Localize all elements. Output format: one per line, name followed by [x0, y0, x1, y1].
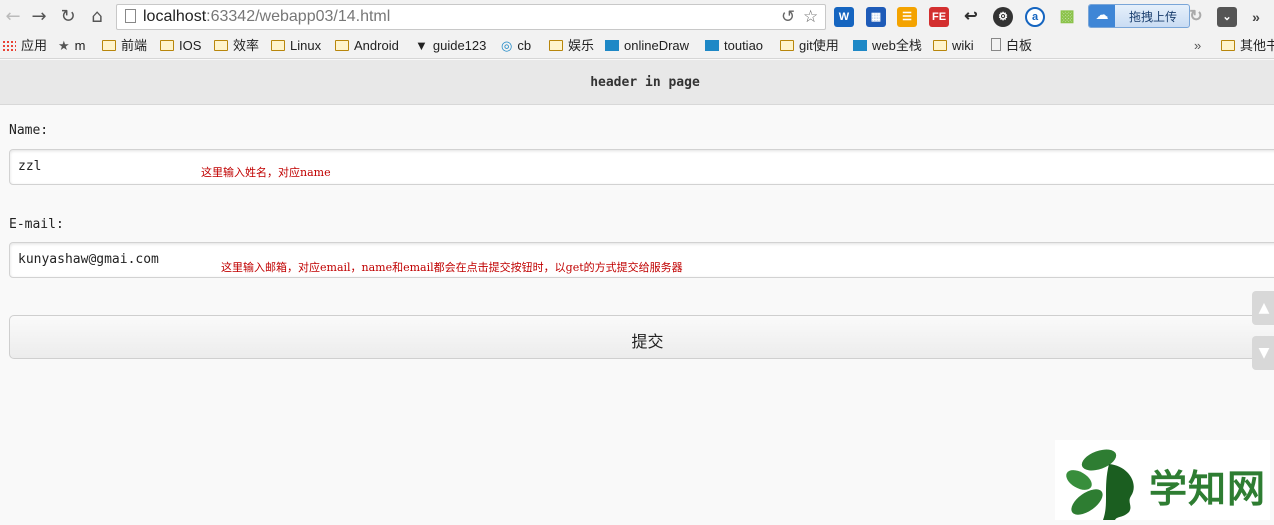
email-input-value: kunyashaw@gmai.com: [18, 252, 159, 267]
folder-icon: [160, 40, 174, 51]
bookmark-m[interactable]: ★ m: [58, 37, 86, 55]
fe-extension-icon[interactable]: FE: [929, 7, 949, 27]
name-label: Name:: [9, 123, 49, 138]
folder-icon: [214, 40, 228, 51]
sync-icon[interactable]: ↻: [1186, 7, 1206, 27]
app-icon: [705, 40, 719, 51]
bookmarks-overflow-icon[interactable]: »: [1194, 37, 1201, 55]
bookmarks-bar: 应用 ★ m 前端 IOS 效率 Linux Android ▼ guide123 …: [0, 34, 1274, 59]
name-input[interactable]: zzl: [9, 149, 1274, 185]
page-header: header in page: [0, 60, 1274, 105]
bookmark-whiteboard[interactable]: 白板: [991, 37, 1032, 55]
globe-icon: ◎: [501, 38, 513, 53]
wrench-extension-icon[interactable]: ↩: [961, 7, 981, 27]
gear-extension-icon[interactable]: ⚙: [993, 7, 1013, 27]
bookmark-folder[interactable]: 前端: [102, 37, 147, 55]
cloud-icon: ☁: [1089, 5, 1115, 27]
bookmark-guide123[interactable]: ▼ guide123: [415, 37, 486, 55]
bookmark-folder[interactable]: IOS: [160, 37, 201, 55]
email-label: E-mail:: [9, 217, 64, 232]
page-icon: [991, 38, 1001, 51]
bookmark-onlinedraw[interactable]: onlineDraw: [605, 37, 689, 55]
bookmark-apps[interactable]: 应用: [2, 37, 47, 55]
submit-button[interactable]: 提交: [9, 315, 1274, 359]
folder-icon: [335, 40, 349, 51]
page-header-title: header in page: [590, 75, 700, 90]
toolbar-overflow-icon[interactable]: »: [1246, 7, 1266, 27]
scroll-top-icon[interactable]: ▲: [1252, 291, 1274, 325]
bookmark-web[interactable]: web全栈: [853, 37, 922, 55]
address-bar[interactable]: localhost:63342/webapp03/14.html ↺ ☆: [116, 4, 826, 30]
bookmark-toutiao[interactable]: toutiao: [705, 37, 763, 55]
bookmark-folder[interactable]: git使用: [780, 37, 839, 55]
shield-icon: ▼: [415, 38, 428, 53]
folder-icon: [271, 40, 285, 51]
star-icon: ★: [58, 38, 70, 53]
watermark: 学知网: [1055, 440, 1270, 520]
watermark-text: 学知网: [1149, 467, 1267, 511]
reload-icon[interactable]: ↻: [57, 6, 79, 28]
upload-label: 拖拽上传: [1129, 10, 1178, 24]
folder-icon: [1221, 40, 1235, 51]
bookmark-folder[interactable]: wiki: [933, 37, 974, 55]
folder-icon: [102, 40, 116, 51]
browser-toolbar: ← → ↻ ⌂ localhost:63342/webapp03/14.html…: [0, 0, 1274, 34]
upload-button[interactable]: ☁ 拖拽上传: [1088, 4, 1190, 28]
app-icon: [605, 40, 619, 51]
bookmark-folder[interactable]: Linux: [271, 37, 321, 55]
home-icon[interactable]: ⌂: [86, 6, 108, 28]
qrcode-extension-icon[interactable]: ▦: [866, 7, 886, 27]
submit-label: 提交: [631, 332, 664, 351]
url-text: localhost:63342/webapp03/14.html: [143, 8, 391, 25]
bookmark-folder[interactable]: Android: [335, 37, 399, 55]
leaf-logo-icon: [1066, 449, 1134, 520]
history-icon[interactable]: ↺: [781, 8, 795, 26]
folder-icon: [780, 40, 794, 51]
app-icon: [853, 40, 867, 51]
bookmark-folder[interactable]: 效率: [214, 37, 259, 55]
email-annotation: 这里输入邮箱，对应email，name和email都会在点击提交按钮时，以get…: [221, 261, 683, 274]
folder-icon: [549, 40, 563, 51]
word-extension-icon[interactable]: W: [834, 7, 854, 27]
a-extension-icon[interactable]: a: [1025, 7, 1045, 27]
bookmark-folder[interactable]: 娱乐: [549, 37, 594, 55]
apps-grid-icon: [2, 40, 16, 51]
forward-icon[interactable]: →: [28, 6, 50, 28]
grid-extension-icon[interactable]: ☰: [897, 7, 917, 27]
page-icon: [125, 9, 136, 23]
bookmark-star-icon[interactable]: ☆: [803, 8, 818, 26]
scroll-bottom-icon[interactable]: ▼: [1252, 336, 1274, 370]
bookmark-cb[interactable]: ◎ cb: [501, 37, 531, 55]
folder-icon: [933, 40, 947, 51]
name-annotation: 这里输入姓名，对应name: [201, 166, 331, 179]
other-bookmarks[interactable]: 其他书: [1221, 37, 1274, 55]
android-extension-icon[interactable]: ▩: [1057, 7, 1077, 27]
pocket-icon[interactable]: ⌄: [1217, 7, 1237, 27]
back-icon[interactable]: ←: [2, 6, 24, 28]
name-input-value: zzl: [18, 159, 42, 174]
